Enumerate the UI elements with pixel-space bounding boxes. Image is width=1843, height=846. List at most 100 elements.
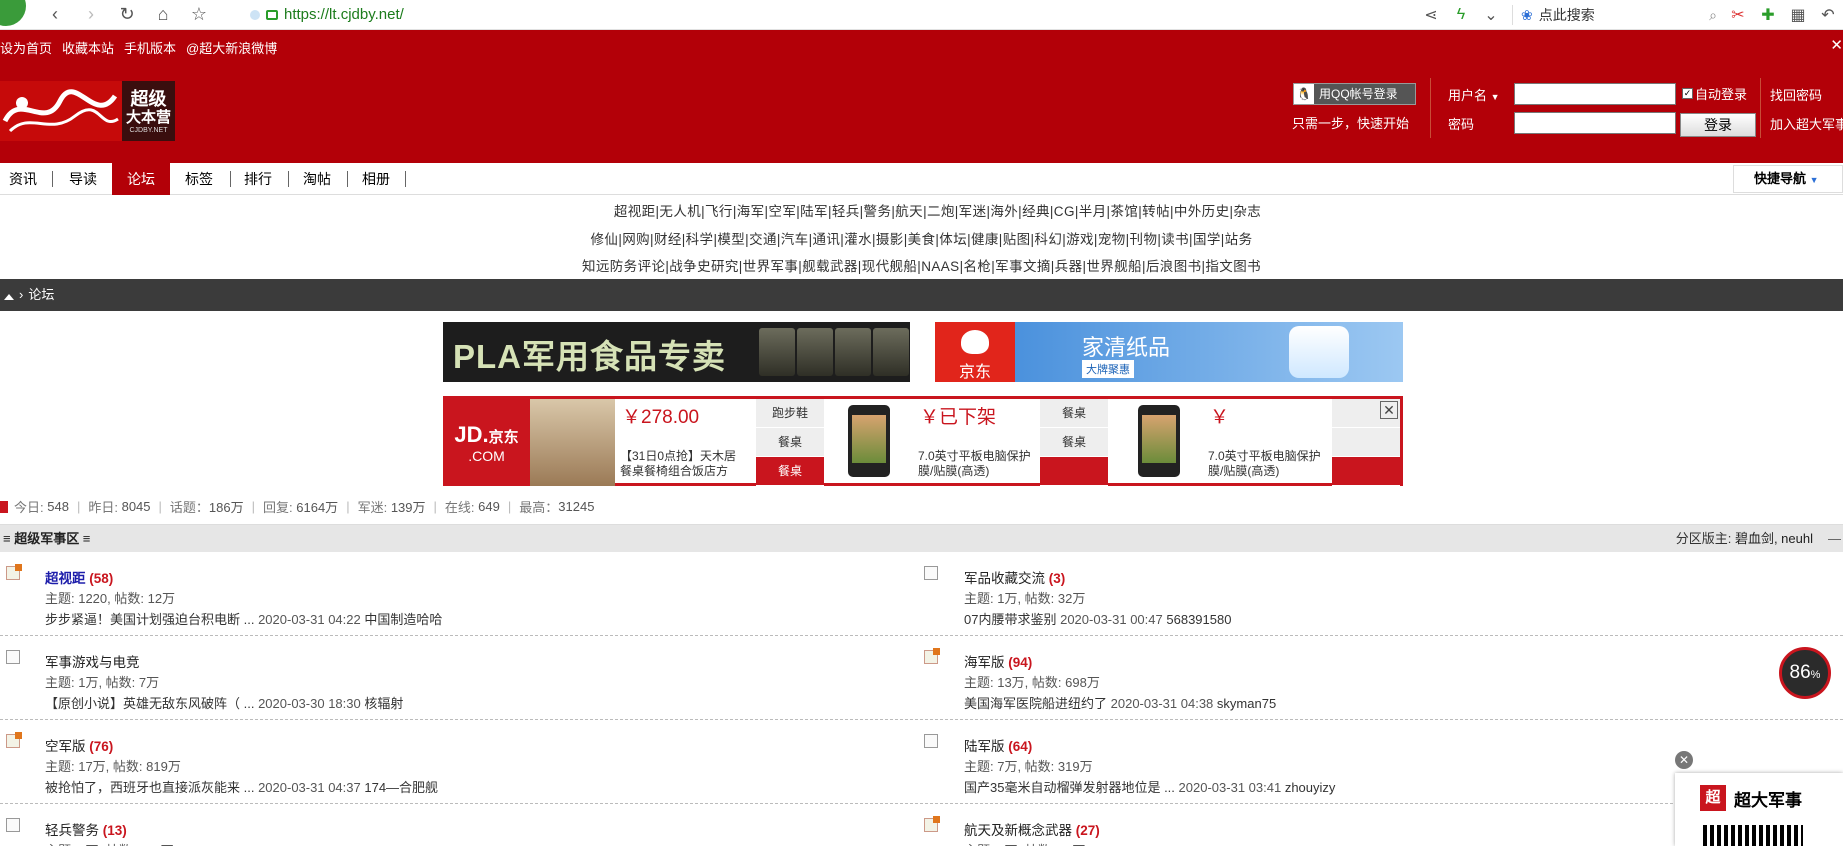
last-post-title[interactable]: 国产35毫米自动榴弹发射器地位是 ...: [964, 780, 1175, 795]
username-field[interactable]: [1514, 83, 1676, 105]
chevron-down-icon: ▼: [1809, 175, 1819, 185]
breadcrumb-current[interactable]: 论坛: [28, 279, 54, 311]
forum-item[interactable]: 航天及新概念武器 (27)主题: 2万, 帖数: 94万: [0, 804, 1843, 846]
grid-icon[interactable]: ▦: [1789, 5, 1807, 25]
qq-login-button[interactable]: 🐧 用QQ帐号登录: [1293, 83, 1416, 105]
ad-banner-jd[interactable]: 京东 家清纸品 大牌聚惠: [935, 322, 1403, 382]
forum-stats: 今日: 548 | 昨日: 8045 | 话题： 186万 | 回复: 6164万…: [0, 497, 594, 516]
close-icon[interactable]: ✕: [1830, 36, 1843, 54]
username-label[interactable]: 用户名 ▼: [1448, 85, 1500, 104]
ad-close-button[interactable]: ✕: [1380, 401, 1398, 419]
scissors-icon[interactable]: ✂: [1729, 5, 1747, 25]
product-tab[interactable]: 跑步鞋: [756, 399, 824, 428]
forum-item[interactable]: 陆军版 (64) 主题: 7万, 帖数: 319万 国产35毫米自动榴弹发射器地位是…: [0, 720, 1843, 804]
last-post-time: 2020-03-31 04:38: [1110, 696, 1214, 711]
stat-online[interactable]: 649: [478, 499, 500, 514]
jd-product-item[interactable]: ￥已下架 7.0英寸平板电脑保护膜/贴膜(高透): [828, 399, 1038, 486]
forum-item[interactable]: 海军版 (94) 主题: 13万, 帖数: 698万 美国海军医院船进纽约了 202…: [0, 636, 1843, 720]
close-icon[interactable]: ✕: [1675, 751, 1693, 769]
forum-item[interactable]: 军品收藏交流 (3) 主题: 1万, 帖数: 32万 07内腰带求鉴别 2020-0…: [0, 552, 1843, 636]
stat-label: 回复:: [263, 500, 293, 515]
tab-guide[interactable]: 导读: [58, 163, 108, 195]
product-tab[interactable]: 餐桌: [1040, 399, 1108, 428]
reload-icon[interactable]: ↻: [118, 4, 136, 25]
forum-last-post[interactable]: 07内腰带求鉴别 2020-03-31 00:47 568391580: [964, 609, 1231, 628]
forum-name[interactable]: 航天及新概念武器 (27): [964, 819, 1100, 839]
product-tab[interactable]: 餐桌: [756, 457, 824, 486]
stat-label: 今日:: [14, 500, 44, 515]
find-password-link[interactable]: 找回密码: [1770, 85, 1822, 104]
mobile-version-link[interactable]: 手机版本: [124, 38, 176, 57]
subforum-row-3[interactable]: 知远防务评论|战争史研究|世界军事|舰载武器|现代舰船|NAAS|名枪|军事文摘…: [0, 255, 1843, 275]
product-tab[interactable]: 餐桌: [756, 428, 824, 457]
divider: [1430, 78, 1431, 138]
home-icon[interactable]: [4, 290, 14, 300]
site-info-icon[interactable]: [250, 9, 260, 20]
tab-forum[interactable]: 论坛: [112, 163, 170, 195]
tab-collections[interactable]: 淘帖: [292, 163, 342, 195]
forum-name[interactable]: 陆军版 (64): [964, 735, 1032, 755]
jd-product-item[interactable]: ￥ 7.0英寸平板电脑保护膜/贴膜(高透): [1118, 399, 1328, 486]
product-tab[interactable]: [1332, 428, 1400, 457]
bolt-icon[interactable]: ϟ: [1452, 6, 1470, 24]
forum-new-count: (94): [1008, 655, 1033, 670]
undo-icon[interactable]: ↶: [1819, 5, 1837, 25]
tab-album[interactable]: 相册: [352, 163, 400, 195]
section-title[interactable]: ≡ 超级军事区 ≡: [3, 525, 90, 553]
qr-code-icon[interactable]: [1703, 825, 1803, 846]
product-tab[interactable]: 餐桌: [1040, 428, 1108, 457]
bookmark-star-icon[interactable]: ☆: [190, 4, 208, 25]
qr-widget: ✕ 超 超大军事: [1675, 751, 1843, 846]
forum-name[interactable]: 海军版 (94): [964, 651, 1032, 671]
last-post-user[interactable]: zhouyizy: [1285, 780, 1336, 795]
password-field[interactable]: [1514, 112, 1676, 134]
last-post-user[interactable]: 568391580: [1166, 612, 1231, 627]
browser-toolbar: ‹ › ↻ ⌂ ☆ https://lt.cjdby.net/ ⋖ ϟ ⌄ ❀ …: [0, 0, 1843, 30]
tab-tags[interactable]: 标签: [174, 163, 224, 195]
checkbox-icon[interactable]: ✓: [1682, 88, 1693, 99]
product-tabs: 餐桌 餐桌: [1040, 399, 1108, 486]
ad-banner-tag: 大牌聚惠: [1082, 360, 1134, 378]
forum-last-post[interactable]: 美国海军医院船进纽约了 2020-03-31 04:38 skyman75: [964, 693, 1276, 712]
ad-banner-pla-food[interactable]: PLA军用食品专卖: [443, 322, 910, 382]
subforum-row-1[interactable]: 超视距|无人机|飞行|海军|空军|陆军|轻兵|警务|航天|二炮|军迷|海外|经典…: [0, 200, 1843, 220]
product-tab[interactable]: [1332, 457, 1400, 486]
weibo-link[interactable]: @超大新浪微博: [186, 38, 277, 57]
collapse-icon[interactable]: —: [1828, 525, 1841, 553]
product-description: 【31日0点抢】天木居餐桌餐椅组合饭店方: [620, 449, 737, 478]
login-button[interactable]: 登录: [1680, 113, 1756, 137]
stat-yesterday: 8045: [121, 499, 151, 514]
address-bar[interactable]: https://lt.cjdby.net/: [250, 6, 404, 23]
site-logo[interactable]: 超级 大本营 CJDBY.NET: [0, 81, 175, 143]
join-link[interactable]: 加入超大军事: [1770, 114, 1843, 133]
forum-last-post[interactable]: 国产35毫米自动榴弹发射器地位是 ... 2020-03-31 03:41 zh…: [964, 777, 1335, 796]
chevron-down-icon[interactable]: ⌄: [1482, 5, 1500, 25]
product-tab[interactable]: [1040, 457, 1108, 486]
subforum-row-2[interactable]: 修仙|网购|财经|科学|模型|交通|汽车|通讯|灌水|摄影|美食|体坛|健康|贴…: [0, 228, 1843, 248]
jd-com-logo[interactable]: JD.京东 .COM: [443, 399, 530, 486]
main-nav: 资讯 导读 论坛 标签 排行 淘帖 相册 快捷导航 ▼: [0, 163, 1843, 195]
bookmark-site-link[interactable]: 收藏本站: [62, 38, 114, 57]
home-icon[interactable]: ⌂: [154, 4, 172, 25]
tab-news[interactable]: 资讯: [0, 163, 46, 195]
progress-badge[interactable]: 86%: [1779, 647, 1831, 699]
extension-icon[interactable]: ✚: [1759, 5, 1777, 25]
quick-nav-button[interactable]: 快捷导航 ▼: [1733, 165, 1843, 193]
tab-ranking[interactable]: 排行: [234, 163, 282, 195]
share-icon[interactable]: ⋖: [1422, 5, 1440, 25]
browser-search-box[interactable]: ❀ 点此搜索 ⌕: [1512, 5, 1717, 25]
divider: [230, 171, 231, 187]
search-icon[interactable]: ⌕: [1709, 7, 1717, 24]
last-post-title[interactable]: 07内腰带求鉴别: [964, 612, 1056, 627]
forward-icon[interactable]: ›: [82, 4, 100, 25]
back-icon[interactable]: ‹: [46, 4, 64, 25]
breadcrumb-separator: ›: [19, 287, 24, 302]
set-homepage-link[interactable]: 设为首页: [0, 38, 52, 57]
auto-login-checkbox[interactable]: ✓ 自动登录: [1682, 84, 1747, 103]
moderator-names[interactable]: 碧血剑, neuhl: [1735, 531, 1813, 546]
url-text[interactable]: https://lt.cjdby.net/: [284, 6, 404, 23]
forum-name[interactable]: 军品收藏交流 (3): [964, 567, 1065, 587]
last-post-title[interactable]: 美国海军医院船进纽约了: [964, 696, 1107, 711]
stat-label: 在线:: [444, 500, 475, 515]
last-post-user[interactable]: skyman75: [1217, 696, 1276, 711]
